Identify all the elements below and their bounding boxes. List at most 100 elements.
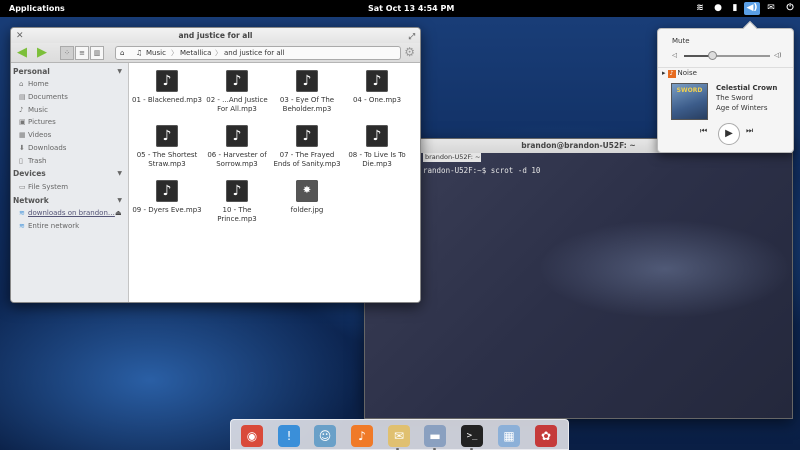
breadcrumb-separator: 〉 — [171, 49, 178, 57]
file-label: 02 - ...And Justice For All.mp3 — [206, 96, 268, 113]
sidebar-item-pictures[interactable]: ▣ Pictures — [19, 118, 56, 126]
workspaces-icon[interactable]: ▦ — [498, 425, 520, 447]
music-player-icon[interactable]: ♪ — [351, 425, 373, 447]
user-icon[interactable]: ● — [710, 2, 726, 15]
window-title: and justice for all — [178, 31, 253, 40]
list-view-button[interactable]: ≡ — [75, 46, 89, 60]
collapse-icon[interactable]: ▼ — [117, 68, 122, 75]
file-item[interactable]: ♪ 04 - One.mp3 — [342, 70, 412, 105]
applications-menu[interactable]: Applications — [9, 4, 65, 13]
file-grid: ♪ 01 - Blackened.mp3 ♪ 02 - ...And Justice… — [130, 63, 420, 302]
sidebar-section-network[interactable]: Network — [13, 196, 49, 205]
breadcrumb-metallica[interactable]: Metallica — [180, 47, 211, 59]
gear-icon[interactable]: ⚙ — [404, 45, 415, 59]
contacts-icon[interactable]: ☺ — [314, 425, 336, 447]
file-label: folder.jpg — [290, 206, 324, 214]
maximize-icon[interactable]: ⤢ — [409, 29, 415, 44]
file-item[interactable]: ♪ 07 - The Frayed Ends of Sanity.mp3 — [272, 125, 342, 169]
popover-caret — [742, 20, 758, 36]
sidebar-item-label: downloads on brandon… — [28, 209, 115, 217]
home-crumb-icon[interactable]: ⌂ — [120, 47, 124, 59]
sidebar-item-label: File System — [28, 183, 69, 191]
audio-file-icon: ♪ — [296, 125, 318, 147]
file-item[interactable]: ♪ 08 - To Live Is To Die.mp3 — [342, 125, 412, 169]
chrome-icon[interactable]: ◉ — [241, 425, 263, 447]
sidebar-item-network-share[interactable]: ≋ downloads on brandon… — [19, 209, 115, 217]
downloads-icon: ⬇ — [19, 144, 25, 152]
player-header[interactable]: ▸ ♪ Noise — [662, 69, 697, 78]
sidebar-item-videos[interactable]: ▦ Videos — [19, 131, 51, 139]
sidebar-item-label: Music — [28, 106, 48, 114]
close-icon[interactable]: ✕ — [16, 29, 24, 44]
power-icon[interactable]: ⏻ — [782, 2, 798, 15]
sidebar: Personal ▼ ⌂ Home ▤ Documents ♪ Music ▣ Pict… — [11, 63, 129, 302]
play-icon[interactable]: ▶ — [718, 123, 740, 145]
file-manager-titlebar: ✕ and justice for all ⤢ — [11, 28, 420, 43]
sidebar-item-label: Pictures — [28, 118, 56, 126]
previous-icon[interactable]: ⏮ — [700, 126, 707, 136]
audio-file-icon: ♪ — [296, 70, 318, 92]
sidebar-item-downloads[interactable]: ⬇ Downloads — [19, 144, 66, 152]
sidebar-item-filesystem[interactable]: ▭ File System — [19, 183, 68, 191]
sidebar-section-devices[interactable]: Devices — [13, 169, 46, 178]
noise-app-icon: ♪ — [667, 70, 676, 78]
eject-icon[interactable]: ⏏ — [115, 209, 122, 217]
file-label: 06 - Harvester of Sorrow.mp3 — [207, 151, 267, 168]
player-name: Noise — [677, 69, 697, 77]
mail-icon[interactable]: ✉ — [763, 2, 779, 15]
mail-app-icon[interactable]: ✉ — [388, 425, 410, 447]
breadcrumb-album[interactable]: and justice for all — [224, 47, 285, 59]
file-manager-window: ✕ and justice for all ⤢ ◀ ▶ ⁘ ≡ ▥ ⌂ ♫ Mu… — [10, 27, 421, 303]
audio-file-icon: ♪ — [156, 70, 178, 92]
wifi-icon[interactable]: ≋ — [692, 2, 708, 15]
file-manager-toolbar: ◀ ▶ ⁘ ≡ ▥ ⌂ ♫ Music 〉 Metallica 〉 and ju… — [11, 43, 420, 63]
sidebar-item-label: Documents — [28, 93, 68, 101]
sidebar-item-documents[interactable]: ▤ Documents — [19, 93, 68, 101]
audio-file-icon: ♪ — [226, 180, 248, 202]
sidebar-item-home[interactable]: ⌂ Home — [19, 80, 49, 88]
sidebar-item-label: Downloads — [28, 144, 67, 152]
terminal-tab[interactable]: brandon-U52F: ~ — [423, 153, 481, 162]
volume-knob[interactable] — [707, 51, 717, 60]
next-icon[interactable]: ⏭ — [746, 126, 753, 136]
image-file-icon: ✸ — [296, 180, 318, 202]
sidebar-section-personal[interactable]: Personal — [13, 67, 50, 76]
battery-icon[interactable]: ▮ — [727, 2, 743, 15]
videos-icon: ▦ — [19, 131, 26, 139]
terminal-icon[interactable]: >_ — [461, 425, 483, 447]
file-item[interactable]: ♪ 02 - ...And Justice For All.mp3 — [202, 70, 272, 114]
forward-icon[interactable]: ▶ — [37, 46, 51, 59]
file-item[interactable]: ♪ 03 - Eye Of The Beholder.mp3 — [272, 70, 342, 114]
collapse-icon[interactable]: ▼ — [117, 170, 122, 177]
mute-toggle[interactable]: Mute — [672, 37, 690, 45]
home-icon: ⌂ — [19, 80, 24, 88]
breadcrumb-music[interactable]: Music — [146, 47, 166, 59]
file-item[interactable]: ♪ 10 - The Prince.mp3 — [202, 180, 272, 224]
sidebar-item-trash[interactable]: ▯ Trash — [19, 157, 47, 165]
network-icon: ≋ — [19, 209, 25, 217]
volume-low-icon: ◁ — [672, 51, 677, 59]
file-item[interactable]: ♪ 06 - Harvester of Sorrow.mp3 — [202, 125, 272, 169]
sound-icon[interactable]: ◀) — [744, 2, 760, 15]
terminal-output[interactable]: randon-U52F:~$ scrot -d 10 — [423, 166, 540, 175]
sidebar-item-entire-network[interactable]: ≋ Entire network — [19, 222, 79, 230]
file-item[interactable]: ✸ folder.jpg — [272, 180, 342, 215]
volume-slider[interactable]: ◁ ◁) — [672, 51, 782, 61]
bug-tracker-icon[interactable]: ✿ — [535, 425, 557, 447]
file-item[interactable]: ♪ 09 - Dyers Eve.mp3 — [132, 180, 202, 215]
audio-file-icon: ♪ — [156, 125, 178, 147]
messaging-icon[interactable]: ! — [278, 425, 300, 447]
sidebar-item-music[interactable]: ♪ Music — [19, 106, 48, 114]
file-item[interactable]: ♪ 05 - The Shortest Straw.mp3 — [132, 125, 202, 169]
column-view-button[interactable]: ▥ — [90, 46, 104, 60]
panel-clock[interactable]: Sat Oct 13 4:54 PM — [368, 4, 454, 13]
file-item[interactable]: ♪ 01 - Blackened.mp3 — [132, 70, 202, 105]
back-icon[interactable]: ◀ — [17, 46, 31, 59]
icon-view-button[interactable]: ⁘ — [60, 46, 74, 60]
breadcrumb-separator: 〉 — [215, 49, 222, 57]
file-label: 10 - The Prince.mp3 — [217, 206, 257, 223]
terminal-window[interactable]: brandon@brandon-U52F: ~ brandon-U52F: ~ … — [364, 138, 793, 419]
breadcrumb[interactable]: ⌂ ♫ Music 〉 Metallica 〉 and justice for … — [115, 46, 401, 60]
collapse-icon[interactable]: ▼ — [117, 197, 122, 204]
files-icon[interactable]: ▬ — [424, 425, 446, 447]
